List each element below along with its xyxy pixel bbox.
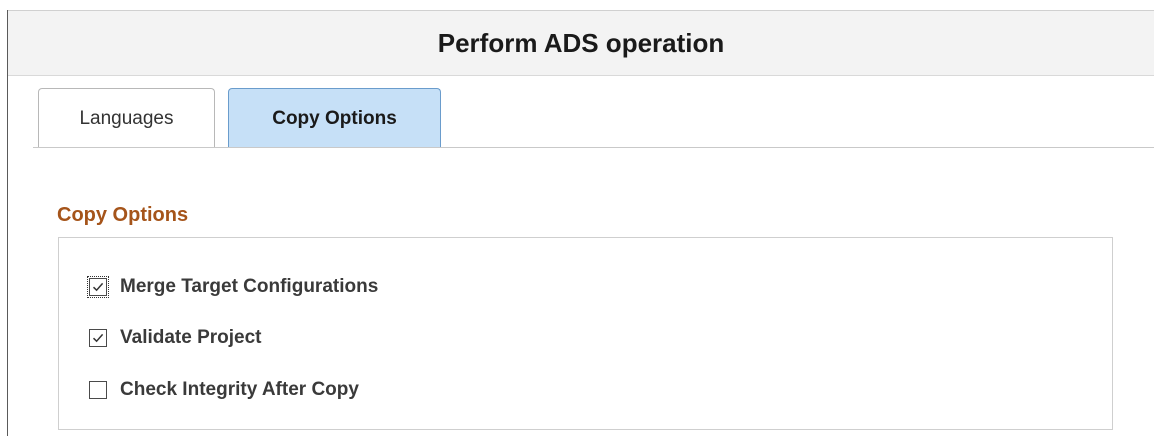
section-heading-copy-options: Copy Options (57, 204, 189, 226)
validate-project-checkbox[interactable] (89, 329, 107, 347)
merge-target-configurations-option[interactable]: Merge Target Configurations (87, 275, 379, 299)
tab-label: Languages (79, 107, 174, 129)
checkbox-label: Merge Target Configurations (120, 276, 379, 297)
tab-label: Copy Options (272, 107, 397, 129)
tab-copy-options[interactable]: Copy Options (228, 88, 441, 148)
page-header: Perform ADS operation (8, 10, 1154, 76)
tab-strip-divider (33, 147, 1154, 148)
page-title: Perform ADS operation (437, 27, 725, 58)
checkbox-label: Validate Project (120, 327, 262, 348)
merge-target-configurations-checkbox[interactable] (87, 276, 109, 298)
check-integrity-after-copy-checkbox[interactable] (89, 381, 107, 399)
checkbox-label: Check Integrity After Copy (120, 379, 359, 400)
validate-project-option[interactable]: Validate Project (89, 326, 262, 350)
checkmark-icon (92, 333, 104, 343)
tab-languages[interactable]: Languages (38, 88, 215, 148)
check-integrity-after-copy-option[interactable]: Check Integrity After Copy (89, 378, 359, 402)
checkmark-icon (92, 282, 104, 292)
